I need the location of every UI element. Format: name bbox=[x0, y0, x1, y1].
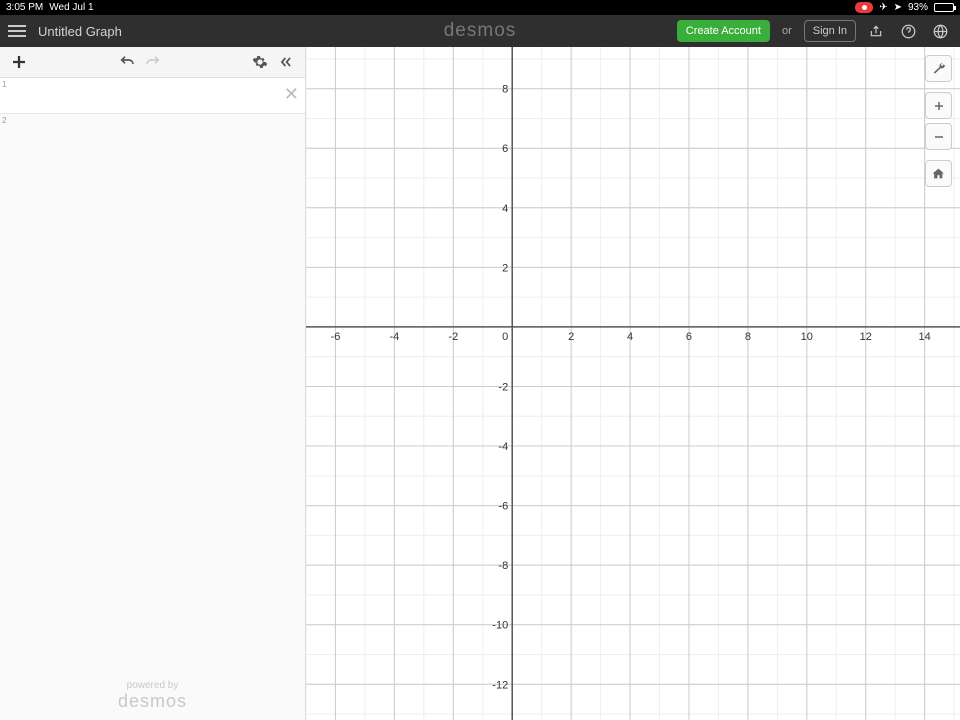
statusbar: 3:05 PM Wed Jul 1 ✈ ➤ 93% bbox=[0, 0, 960, 15]
svg-text:14: 14 bbox=[919, 331, 931, 343]
svg-text:-8: -8 bbox=[498, 560, 508, 572]
expression-row[interactable]: 1 ✕ bbox=[0, 78, 305, 114]
expression-panel: 1 ✕ 2 powered by desmos bbox=[0, 47, 306, 720]
graph-canvas[interactable]: -6 -4 -2 0 2 4 6 8 10 12 14 8 6 4 2 -2 -4 -6 -8 -10 -12 bbox=[306, 47, 960, 720]
close-icon[interactable]: ✕ bbox=[284, 84, 299, 105]
expression-input[interactable] bbox=[10, 78, 305, 113]
svg-text:2: 2 bbox=[568, 331, 574, 343]
location-icon: ➤ bbox=[894, 2, 902, 13]
svg-text:-2: -2 bbox=[498, 381, 508, 393]
record-icon bbox=[855, 2, 873, 13]
statusbar-date: Wed Jul 1 bbox=[49, 2, 93, 13]
help-icon[interactable] bbox=[896, 19, 920, 43]
svg-text:6: 6 bbox=[686, 331, 692, 343]
svg-text:12: 12 bbox=[860, 331, 872, 343]
expression-row[interactable]: 2 bbox=[0, 114, 305, 150]
svg-text:10: 10 bbox=[801, 331, 813, 343]
graph-title[interactable]: Untitled Graph bbox=[38, 24, 122, 39]
svg-text:-12: -12 bbox=[492, 679, 508, 691]
wrench-icon[interactable] bbox=[925, 55, 952, 82]
svg-text:-4: -4 bbox=[389, 331, 399, 343]
svg-text:2: 2 bbox=[502, 262, 508, 274]
expression-input[interactable] bbox=[10, 114, 305, 150]
zoom-in-button[interactable] bbox=[925, 92, 952, 119]
svg-text:0: 0 bbox=[502, 331, 508, 343]
powered-by: powered by desmos bbox=[0, 680, 305, 712]
svg-text:6: 6 bbox=[502, 143, 508, 155]
battery-pct: 93% bbox=[908, 2, 928, 13]
svg-text:-4: -4 bbox=[498, 441, 508, 453]
undo-button[interactable] bbox=[114, 49, 140, 75]
row-number: 2 bbox=[0, 114, 10, 150]
create-account-button[interactable]: Create Account bbox=[677, 20, 770, 42]
brand-logo: desmos bbox=[444, 20, 517, 42]
row-number: 1 bbox=[0, 78, 10, 113]
redo-button[interactable] bbox=[140, 49, 166, 75]
menu-icon[interactable] bbox=[8, 20, 30, 42]
svg-text:-10: -10 bbox=[492, 620, 508, 632]
svg-text:8: 8 bbox=[502, 84, 508, 96]
svg-text:-6: -6 bbox=[331, 331, 341, 343]
svg-text:8: 8 bbox=[745, 331, 751, 343]
svg-text:-2: -2 bbox=[448, 331, 458, 343]
settings-icon[interactable] bbox=[247, 49, 273, 75]
sign-in-button[interactable]: Sign In bbox=[804, 20, 856, 42]
statusbar-time: 3:05 PM bbox=[6, 2, 43, 13]
globe-icon[interactable] bbox=[928, 19, 952, 43]
battery-icon bbox=[934, 3, 954, 12]
home-icon[interactable] bbox=[925, 160, 952, 187]
airplane-icon: ✈ bbox=[879, 2, 887, 13]
or-text: or bbox=[778, 25, 796, 37]
sidebar-toolbar bbox=[0, 47, 305, 78]
share-icon[interactable] bbox=[864, 19, 888, 43]
appbar: Untitled Graph desmos Create Account or … bbox=[0, 15, 960, 47]
svg-text:-6: -6 bbox=[498, 501, 508, 513]
zoom-out-button[interactable] bbox=[925, 123, 952, 150]
collapse-panel-button[interactable] bbox=[273, 49, 299, 75]
add-expression-button[interactable] bbox=[6, 49, 32, 75]
svg-text:4: 4 bbox=[627, 331, 633, 343]
svg-text:4: 4 bbox=[502, 203, 508, 215]
